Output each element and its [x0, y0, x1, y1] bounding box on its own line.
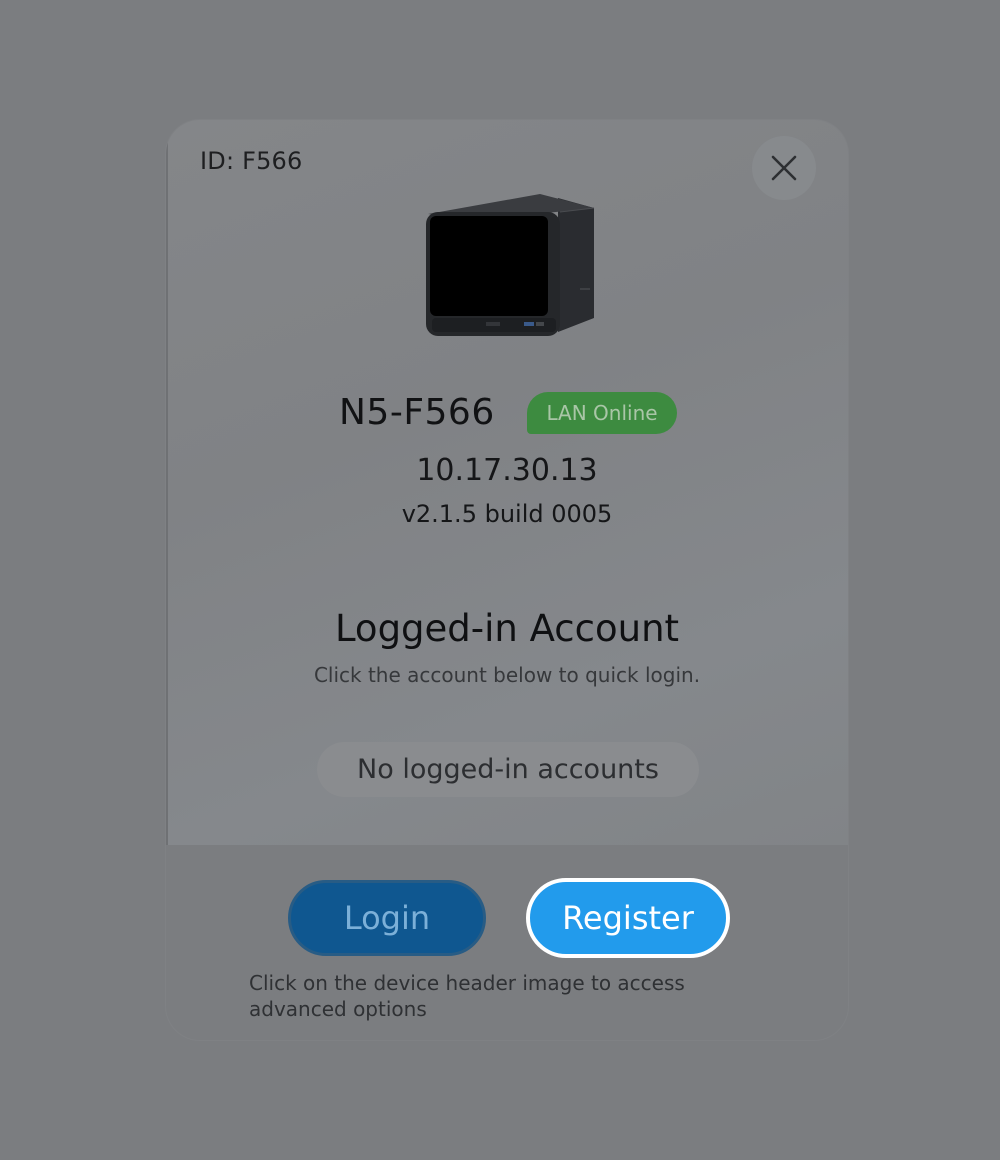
- firmware-version: v2.1.5 build 0005: [401, 500, 613, 528]
- section-subtitle: Click the account below to quick login.: [313, 663, 701, 687]
- device-id-label: ID: F566: [200, 147, 303, 175]
- device-header-image[interactable]: [420, 190, 600, 340]
- advanced-options-hint: Click on the device header image to acce…: [249, 971, 685, 1021]
- close-button[interactable]: [752, 136, 816, 200]
- register-button[interactable]: Register: [526, 878, 730, 958]
- ip-address: 10.17.30.13: [416, 453, 598, 488]
- dialog-divider: [166, 140, 168, 845]
- empty-accounts-placeholder: No logged-in accounts: [317, 742, 699, 797]
- close-icon: [771, 155, 797, 181]
- nas-device-image: [426, 194, 595, 336]
- device-dialog: ID: F566 N5-F566 LAN Online 10.17.30.13 …: [166, 120, 848, 1040]
- device-name: N5-F566: [339, 392, 495, 433]
- status-badge: LAN Online: [527, 392, 677, 434]
- login-button[interactable]: Login: [288, 880, 486, 956]
- section-title: Logged-in Account: [334, 607, 680, 650]
